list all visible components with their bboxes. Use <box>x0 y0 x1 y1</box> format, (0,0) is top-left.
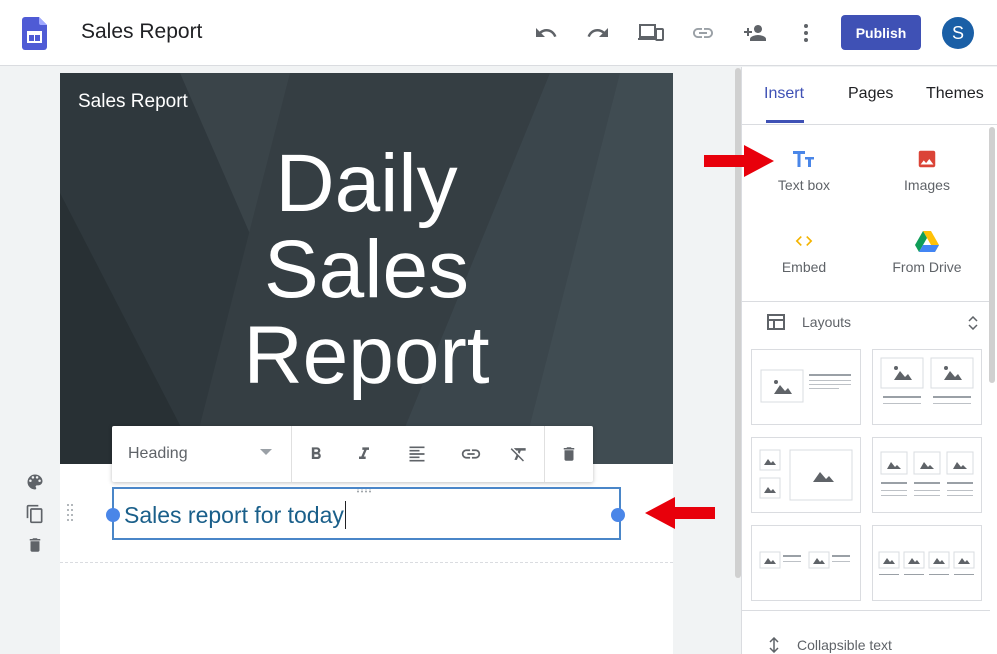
insert-images[interactable]: Images <box>867 147 987 207</box>
heading-line: Daily <box>275 138 458 229</box>
clear-format-icon[interactable] <box>507 442 531 466</box>
more-icon[interactable] <box>793 20 819 46</box>
italic-icon[interactable] <box>352 442 376 466</box>
link-icon[interactable] <box>459 442 483 466</box>
insert-label: Embed <box>781 259 827 275</box>
panel-scrollbar[interactable] <box>989 127 995 383</box>
layout-option[interactable] <box>872 525 982 601</box>
embed-icon <box>744 229 864 253</box>
resize-handle-left[interactable] <box>106 508 120 522</box>
toolbar-divider <box>544 426 545 482</box>
layouts-section-header[interactable]: Layouts <box>767 314 851 330</box>
delete-icon[interactable] <box>557 442 581 466</box>
layout-option[interactable] <box>751 525 861 601</box>
collapsible-text-icon <box>769 637 779 653</box>
preview-icon[interactable] <box>638 20 664 46</box>
insert-label: From Drive <box>892 259 962 275</box>
drag-handle-icon[interactable] <box>66 503 74 521</box>
format-toolbar: Heading <box>112 426 593 482</box>
insert-label: Images <box>904 177 950 193</box>
layout-option[interactable] <box>872 349 982 425</box>
site-title[interactable]: Sales Report <box>78 91 188 113</box>
text-caret <box>344 501 346 529</box>
tab-themes[interactable]: Themes <box>926 85 984 103</box>
align-icon[interactable] <box>405 442 429 466</box>
sites-logo-icon[interactable] <box>22 17 47 50</box>
layouts-icon <box>767 314 785 330</box>
delete-icon[interactable] <box>24 534 46 556</box>
app-title[interactable]: Sales Report <box>81 20 202 44</box>
page-heading[interactable]: Daily Sales Report <box>60 141 673 399</box>
layout-preview <box>760 369 851 403</box>
layout-preview <box>880 357 974 404</box>
right-panel: Insert Pages Themes Text box Images Embe… <box>741 67 997 654</box>
text-box-text: Sales report for today <box>124 502 344 528</box>
active-tab-indicator <box>766 120 804 123</box>
image-icon <box>867 147 987 171</box>
drive-icon <box>867 229 987 253</box>
layout-option[interactable] <box>751 349 861 425</box>
text-style-dropdown[interactable]: Heading <box>112 426 292 482</box>
link-icon[interactable] <box>690 20 716 46</box>
top-bar: Sales Report Publish S <box>0 0 997 66</box>
heading-line: Sales <box>263 224 470 315</box>
insert-from-drive[interactable]: From Drive <box>867 229 987 289</box>
bold-icon[interactable] <box>304 442 328 466</box>
layout-option[interactable] <box>872 437 982 513</box>
share-icon[interactable] <box>742 20 768 46</box>
text-box[interactable]: Sales report for today <box>106 487 625 540</box>
arrow-left-icon <box>645 497 715 529</box>
publish-button[interactable]: Publish <box>841 15 921 50</box>
resize-handle-right[interactable] <box>611 508 625 522</box>
palette-icon[interactable] <box>24 471 46 493</box>
layout-preview <box>878 551 975 575</box>
layout-preview <box>880 451 974 496</box>
panel-divider <box>742 610 990 611</box>
undo-icon[interactable] <box>533 20 559 46</box>
heading-line: Report <box>243 310 490 401</box>
layout-option[interactable] <box>751 437 861 513</box>
layouts-label: Layouts <box>802 314 852 330</box>
insert-embed[interactable]: Embed <box>744 229 864 289</box>
insert-label: Text box <box>777 177 831 193</box>
avatar[interactable]: S <box>942 17 974 49</box>
insert-collapsible-text[interactable]: Collapsible text <box>767 637 892 653</box>
header-banner[interactable]: Sales Report Daily Sales Report <box>60 73 673 464</box>
text-style-value: Heading <box>128 445 188 462</box>
tabs-divider <box>742 124 997 125</box>
text-box-input[interactable]: Sales report for today <box>124 501 346 529</box>
tab-insert[interactable]: Insert <box>764 85 804 103</box>
redo-icon[interactable] <box>585 20 611 46</box>
layout-preview <box>759 551 850 569</box>
panel-divider <box>742 301 990 302</box>
page-canvas[interactable]: Sales Report Daily Sales Report Heading <box>60 73 673 654</box>
tab-pages[interactable]: Pages <box>848 85 893 103</box>
collapsible-text-label: Collapsible text <box>797 637 892 653</box>
section-divider <box>60 562 673 563</box>
layout-preview <box>759 449 853 501</box>
collapse-icon[interactable] <box>968 316 978 330</box>
chevron-down-icon <box>260 449 272 455</box>
duplicate-icon[interactable] <box>24 503 46 525</box>
arrow-right-icon <box>704 145 774 177</box>
